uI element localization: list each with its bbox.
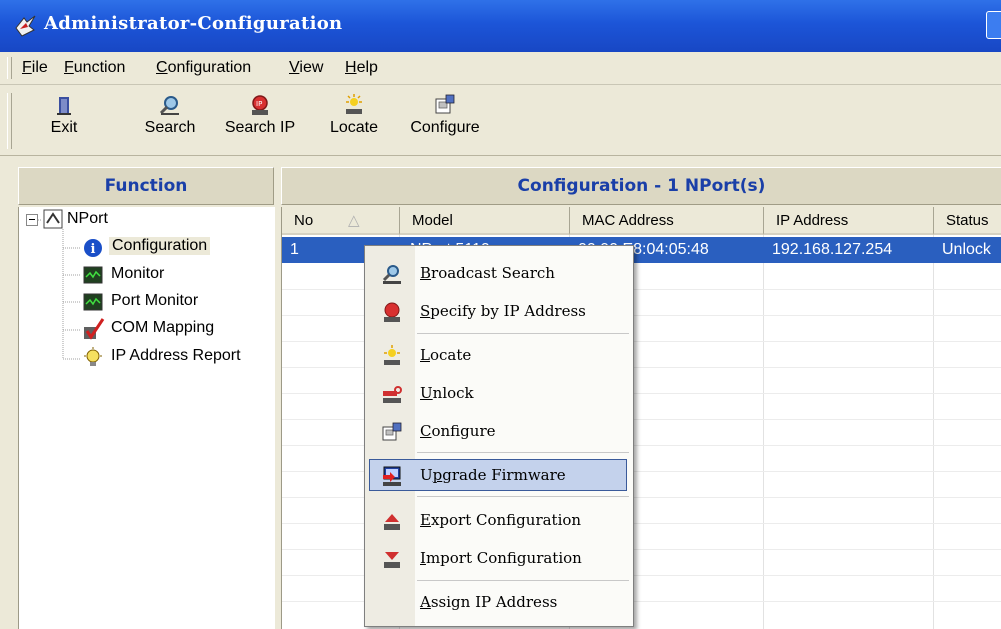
menu-separator bbox=[417, 333, 629, 334]
menu-item-upgrade-firmware-label: Upgrade Firmware bbox=[420, 466, 566, 484]
configure-icon bbox=[382, 422, 402, 441]
menu-help[interactable]: Help bbox=[345, 59, 378, 77]
configure-button[interactable]: Configure bbox=[403, 89, 487, 149]
window-title: Administrator-Configuration bbox=[44, 13, 343, 34]
search-ip-button[interactable]: IP Search IP bbox=[218, 89, 302, 149]
grid-line bbox=[933, 235, 934, 629]
column-header-no[interactable]: No △ bbox=[282, 207, 400, 235]
menu-item-configure-label: Configure bbox=[420, 422, 496, 440]
upgrade-firmware-icon bbox=[383, 466, 401, 486]
exit-icon bbox=[57, 97, 71, 115]
collapse-toggle[interactable] bbox=[26, 214, 38, 226]
menu-item-locate[interactable]: Locate bbox=[365, 338, 633, 372]
menu-separator bbox=[417, 496, 629, 497]
nport-icon bbox=[43, 209, 63, 229]
search-icon bbox=[382, 265, 401, 284]
menu-configuration[interactable]: Configuration bbox=[156, 59, 251, 77]
menu-item-specify-by-ip[interactable]: Specify by IP Address bbox=[365, 294, 633, 328]
column-header-model[interactable]: Model bbox=[400, 207, 570, 235]
tree-item-monitor[interactable]: Monitor bbox=[111, 265, 164, 283]
menu-item-configure[interactable]: Configure bbox=[365, 414, 633, 448]
menubar-grip[interactable] bbox=[7, 57, 12, 79]
search-label: Search bbox=[144, 119, 196, 136]
toolbar: Exit Search IP Search IP Locate Configur… bbox=[0, 85, 1001, 156]
locate-button[interactable]: Locate bbox=[322, 89, 386, 149]
cell-ip: 192.168.127.254 bbox=[772, 241, 893, 258]
menu-file[interactable]: File bbox=[22, 59, 48, 77]
menu-separator bbox=[417, 452, 629, 453]
menu-item-unlock-label: Unlock bbox=[420, 384, 474, 402]
info-icon: i bbox=[84, 239, 102, 257]
search-ip-label: Search IP bbox=[224, 119, 296, 136]
menu-function[interactable]: Function bbox=[64, 59, 125, 77]
unlock-icon bbox=[383, 386, 402, 403]
monitor-icon bbox=[83, 266, 103, 284]
menu-view[interactable]: View bbox=[289, 59, 323, 77]
menu-item-assign-ip-label: Assign IP Address bbox=[420, 593, 558, 611]
menu-bar: File Function Configuration View Help bbox=[0, 52, 1001, 85]
configure-label: Configure bbox=[410, 119, 480, 136]
svg-text:i: i bbox=[91, 242, 96, 257]
export-icon bbox=[384, 514, 400, 530]
app-icon bbox=[15, 15, 36, 37]
configure-icon bbox=[435, 94, 455, 114]
tree-item-com-mapping[interactable]: COM Mapping bbox=[111, 319, 214, 337]
cell-status: Unlock bbox=[942, 241, 991, 258]
search-button[interactable]: Search bbox=[138, 89, 202, 149]
column-header-ip[interactable]: IP Address bbox=[764, 207, 934, 235]
menu-item-import-configuration-label: Import Configuration bbox=[420, 549, 582, 567]
locate-label: Locate bbox=[329, 119, 379, 136]
context-menu: Broadcast Search Specify by IP Address L… bbox=[364, 245, 634, 627]
menu-item-broadcast-search[interactable]: Broadcast Search bbox=[365, 256, 633, 290]
menu-item-upgrade-firmware[interactable]: Upgrade Firmware bbox=[365, 458, 633, 492]
locate-icon bbox=[346, 94, 362, 114]
port-monitor-icon bbox=[83, 293, 103, 311]
menu-separator bbox=[417, 580, 629, 581]
sort-ascending-icon: △ bbox=[348, 212, 360, 229]
com-mapping-icon bbox=[84, 318, 105, 340]
title-bar: Administrator-Configuration bbox=[0, 0, 1001, 52]
tree-item-ip-address-report[interactable]: IP Address Report bbox=[111, 347, 241, 365]
menu-item-import-configuration[interactable]: Import Configuration bbox=[365, 541, 633, 575]
search-icon bbox=[159, 96, 179, 115]
function-tree: NPort i Configuration Monitor Port Monit… bbox=[18, 207, 275, 629]
column-header-status[interactable]: Status bbox=[934, 207, 1001, 235]
lightbulb-icon bbox=[84, 347, 102, 366]
menu-item-broadcast-search-label: Broadcast Search bbox=[420, 264, 555, 282]
menu-item-locate-label: Locate bbox=[420, 346, 472, 364]
menu-item-unlock[interactable]: Unlock bbox=[365, 376, 633, 410]
menu-item-assign-ip[interactable]: Assign IP Address bbox=[365, 585, 633, 619]
function-panel: Function NPort i Configuration Monitor P… bbox=[18, 167, 275, 629]
minimize-button[interactable] bbox=[986, 11, 1001, 39]
exit-button[interactable]: Exit bbox=[42, 89, 86, 149]
minus-icon bbox=[29, 219, 35, 220]
svg-text:IP: IP bbox=[256, 100, 262, 108]
column-header-mac[interactable]: MAC Address bbox=[570, 207, 764, 235]
tree-root-nport[interactable]: NPort bbox=[67, 210, 108, 228]
import-icon bbox=[384, 552, 400, 568]
grid-line bbox=[763, 235, 764, 629]
toolbar-grip[interactable] bbox=[7, 93, 12, 149]
menu-item-export-configuration[interactable]: Export Configuration bbox=[365, 503, 633, 537]
search-ip-icon bbox=[384, 302, 400, 322]
configuration-panel-header: Configuration - 1 NPort(s) bbox=[281, 167, 1001, 205]
locate-icon bbox=[384, 345, 400, 365]
tree-item-port-monitor[interactable]: Port Monitor bbox=[111, 292, 198, 310]
search-ip-icon: IP bbox=[252, 95, 268, 115]
menu-item-specify-by-ip-label: Specify by IP Address bbox=[420, 302, 586, 320]
function-panel-header: Function bbox=[18, 167, 274, 205]
exit-label: Exit bbox=[50, 119, 78, 136]
column-no-label: No bbox=[294, 212, 314, 229]
menu-item-export-configuration-label: Export Configuration bbox=[420, 511, 582, 529]
tree-item-configuration[interactable]: Configuration bbox=[109, 237, 211, 255]
